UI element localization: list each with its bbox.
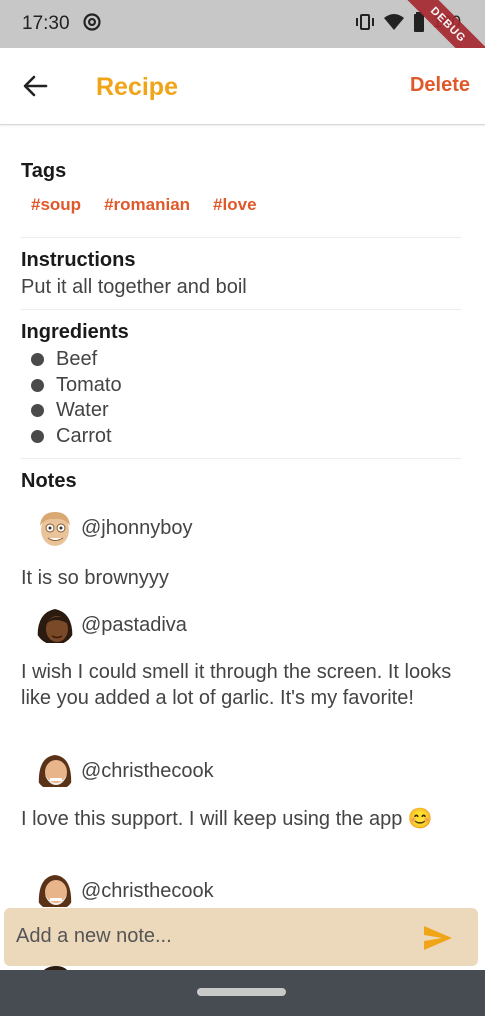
tags-heading: Tags: [21, 160, 67, 182]
bullet-icon: [31, 404, 44, 418]
instructions-text: Put it all together and boil: [21, 276, 247, 298]
note-username: @christhecook: [81, 759, 214, 782]
bullet-icon: [31, 378, 44, 392]
delete-button[interactable]: Delete: [410, 74, 470, 97]
vibrate-icon: [355, 14, 374, 30]
note-text: I love this support. I will keep using t…: [21, 808, 433, 830]
send-icon[interactable]: [422, 924, 454, 952]
notes-heading: Notes: [21, 470, 77, 492]
avatar-woman-icon: [35, 605, 75, 645]
avatar-bearded-man-icon: [35, 751, 75, 791]
app-bar: Recipe Delete: [0, 48, 485, 125]
note-author[interactable]: @jhonnyboy: [35, 508, 192, 548]
ingredient-label: Water: [56, 399, 109, 422]
note-username: @christhecook: [81, 879, 214, 902]
note-text: I wish I could smell it through the scre…: [21, 661, 452, 709]
list-item: Beef: [31, 347, 122, 373]
note-text: It is so brownyyy: [21, 567, 169, 589]
bullet-icon: [31, 353, 44, 367]
ingredient-label: Tomato: [56, 373, 122, 396]
divider: [21, 458, 461, 459]
note-username: @jhonnyboy: [81, 516, 193, 539]
system-nav-bar: [0, 970, 485, 1016]
note-username: @pastadiva: [81, 613, 187, 636]
back-arrow-icon[interactable]: [20, 70, 52, 102]
home-gesture-handle[interactable]: [197, 988, 286, 996]
list-item: Tomato: [31, 373, 122, 399]
new-note-input[interactable]: [16, 925, 406, 948]
list-item: Carrot: [31, 424, 122, 450]
tag-love[interactable]: #love: [213, 195, 256, 215]
note-composer: [4, 908, 478, 966]
note-author[interactable]: @christhecook: [35, 751, 214, 791]
ingredient-label: Carrot: [56, 424, 112, 447]
ingredients-list: Beef Tomato Water Carrot: [31, 347, 122, 449]
status-time: 17:30: [22, 13, 70, 34]
ingredients-heading: Ingredients: [21, 321, 129, 343]
tags-list: #soup #romanian #love: [31, 195, 257, 215]
status-bar: 17:30 100 DEBUG: [0, 0, 485, 86]
ingredient-label: Beef: [56, 348, 98, 371]
bullet-icon: [31, 429, 44, 443]
at-sign-icon: [83, 13, 101, 31]
divider: [21, 237, 461, 238]
recipe-screen: 17:30 100 DEBUG Recipe: [0, 0, 485, 1016]
instructions-heading: Instructions: [21, 249, 136, 271]
list-item: Water: [31, 398, 122, 424]
wifi-icon: [383, 14, 404, 30]
tag-romanian[interactable]: #romanian: [104, 195, 190, 215]
note-author[interactable]: @christhecook: [35, 871, 214, 911]
note-author[interactable]: @pastadiva: [35, 605, 187, 645]
divider: [21, 309, 461, 310]
avatar-old-man-icon: [35, 508, 75, 548]
avatar-bearded-man-icon: [35, 871, 75, 911]
tag-soup[interactable]: #soup: [31, 195, 81, 215]
page-title: Recipe: [96, 73, 178, 101]
